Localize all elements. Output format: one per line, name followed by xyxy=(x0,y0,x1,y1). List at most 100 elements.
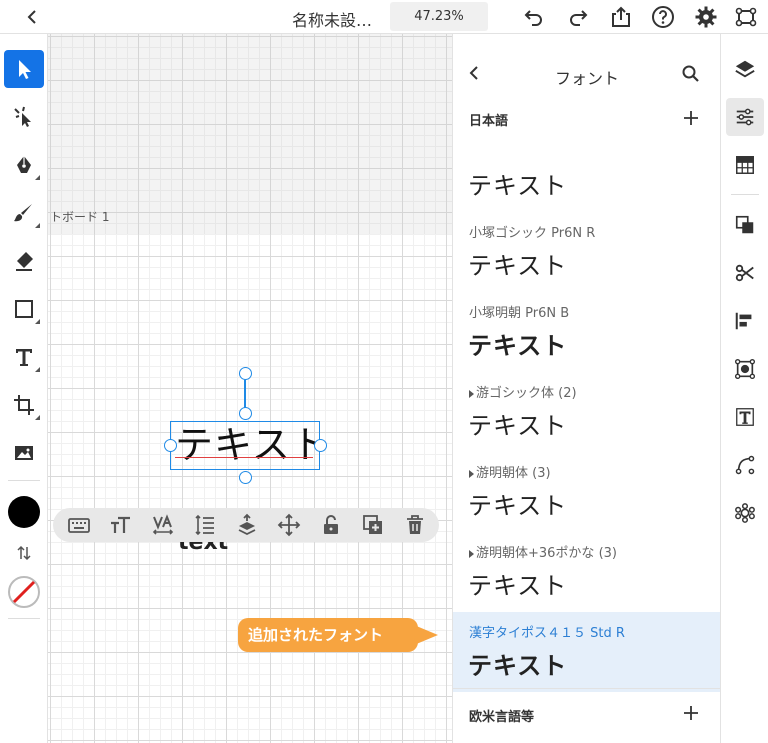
expand-triangle-icon[interactable] xyxy=(469,469,474,478)
selected-text-object[interactable]: テキスト xyxy=(170,421,329,470)
align-icon[interactable] xyxy=(726,302,764,340)
stroke-color-swatch[interactable] xyxy=(4,572,44,612)
expand-triangle-icon[interactable] xyxy=(469,549,474,558)
back-icon[interactable] xyxy=(22,6,44,28)
undo-icon[interactable] xyxy=(522,5,546,29)
swap-icon xyxy=(17,545,31,561)
font-list-item[interactable]: 游明朝体 (3) テキスト xyxy=(453,452,721,532)
font-name: 漢字タイポス４１５ Std R xyxy=(469,622,625,641)
keyboard-icon[interactable] xyxy=(67,513,91,537)
font-name: 游明朝体 (3) xyxy=(469,462,551,481)
top-handle[interactable] xyxy=(239,407,252,420)
brush-tool[interactable] xyxy=(4,194,44,232)
artboard-label[interactable]: トボード 1 xyxy=(50,208,109,225)
fill-color-swatch[interactable] xyxy=(4,492,44,532)
share-icon[interactable] xyxy=(609,5,633,29)
font-name-text: 小塚明朝 Pr6N B xyxy=(469,306,570,321)
trash-icon[interactable] xyxy=(403,513,427,537)
rectangle-tool[interactable] xyxy=(4,290,44,328)
plugins-icon[interactable] xyxy=(726,494,764,532)
font-name-text: 小塚ゴシック Pr6N R xyxy=(469,226,596,241)
tool-panel xyxy=(0,34,48,743)
font-name: 小塚明朝 Pr6N B xyxy=(469,302,569,321)
type-icon xyxy=(16,349,32,366)
layers-icon[interactable] xyxy=(726,50,764,88)
font-panel: フォント 日本語 テキスト 小塚ゴシック Pr6N R テキスト 小塚明朝 Pr6N … xyxy=(452,34,721,743)
text-baseline xyxy=(175,457,313,458)
select-icon xyxy=(19,60,31,79)
swatches-icon[interactable] xyxy=(726,146,764,184)
section-japanese: 日本語 xyxy=(469,114,509,129)
bottom-handle[interactable] xyxy=(239,471,252,484)
font-list-item[interactable]: 小塚ゴシック Pr6N R テキスト xyxy=(453,212,721,292)
text-icon[interactable] xyxy=(726,398,764,436)
document-title[interactable]: 名称未設… xyxy=(292,7,372,31)
redo-icon[interactable] xyxy=(566,5,590,29)
top-bar: 名称未設… 47.23% xyxy=(0,0,768,34)
touch-shortcut-icon[interactable] xyxy=(734,5,758,29)
font-list-item[interactable]: 小塚明朝 Pr6N B テキスト xyxy=(453,292,721,372)
pasteboard-area xyxy=(48,34,452,234)
zoom-level[interactable]: 47.23% xyxy=(390,2,488,31)
rotation-handle[interactable] xyxy=(239,367,252,380)
type-tool[interactable] xyxy=(4,338,44,376)
font-preview: テキスト xyxy=(468,252,568,280)
unlock-icon[interactable] xyxy=(319,513,343,537)
font-preview: テキスト xyxy=(468,652,568,680)
tracking-icon[interactable] xyxy=(151,513,175,537)
right-panel-rail xyxy=(720,34,768,743)
expand-triangle-icon[interactable] xyxy=(469,389,474,398)
arrange-icon[interactable] xyxy=(235,513,259,537)
font-name-text: 游ゴシック体 (2) xyxy=(476,386,577,401)
font-name: 游ゴシック体 (2) xyxy=(469,382,577,401)
canvas[interactable]: トボード 1 テキスト text 追加されたフォント xyxy=(48,34,452,743)
direct-select-tool[interactable] xyxy=(4,98,44,136)
callout-arrow xyxy=(414,625,438,645)
brush-icon xyxy=(14,204,32,222)
properties-icon[interactable] xyxy=(726,98,764,136)
text-size-icon[interactable] xyxy=(109,513,133,537)
image-tool[interactable] xyxy=(4,434,44,472)
font-list-item[interactable]: 漢字タイポス４１５ Std R テキスト xyxy=(453,612,721,692)
pen-icon xyxy=(17,156,31,173)
path-icon[interactable] xyxy=(726,446,764,484)
fill-color-icon xyxy=(8,496,40,528)
line-spacing-icon[interactable] xyxy=(193,513,217,537)
scissors-icon[interactable] xyxy=(726,254,764,292)
add-western-font-icon[interactable] xyxy=(681,703,701,723)
help-icon[interactable] xyxy=(651,5,675,29)
image-icon xyxy=(15,446,33,460)
left-handle[interactable] xyxy=(164,439,177,452)
font-name-text: 游明朝体 (3) xyxy=(476,466,551,481)
font-preview: テキスト xyxy=(468,172,568,200)
font-list-item[interactable]: テキスト xyxy=(453,132,721,212)
search-icon[interactable] xyxy=(681,64,701,84)
font-preview: テキスト xyxy=(468,332,568,360)
selected-text: テキスト xyxy=(175,423,330,467)
pen-tool[interactable] xyxy=(4,146,44,184)
gear-icon[interactable] xyxy=(694,5,718,29)
font-preview: テキスト xyxy=(468,572,568,600)
repeat-grid-icon[interactable] xyxy=(726,350,764,388)
crop-tool[interactable] xyxy=(4,386,44,424)
stroke-none-icon xyxy=(8,576,40,608)
add-japanese-font-icon[interactable] xyxy=(681,108,701,128)
font-preview: テキスト xyxy=(468,412,568,440)
duplicate-icon[interactable] xyxy=(361,513,385,537)
direct-select-icon xyxy=(14,106,31,127)
font-list-item[interactable]: 游明朝体+36ポかな (3) テキスト xyxy=(453,532,721,612)
font-name: 小塚ゴシック Pr6N R xyxy=(469,222,595,241)
select-tool[interactable] xyxy=(4,50,44,88)
swap-colors-button[interactable] xyxy=(4,540,44,566)
annotation-callout: 追加されたフォント xyxy=(238,618,418,652)
right-handle[interactable] xyxy=(314,439,327,452)
font-name-text: 漢字タイポス４１５ Std R xyxy=(469,626,625,641)
move-icon[interactable] xyxy=(277,513,301,537)
eraser-icon xyxy=(16,252,33,271)
font-preview: テキスト xyxy=(468,492,568,520)
eraser-tool[interactable] xyxy=(4,242,44,280)
pathfinder-icon[interactable] xyxy=(726,206,764,244)
font-name-text: 游明朝体+36ポかな (3) xyxy=(476,546,617,561)
font-list-item[interactable]: 游ゴシック体 (2) テキスト xyxy=(453,372,721,452)
font-name: 游明朝体+36ポかな (3) xyxy=(469,542,617,561)
